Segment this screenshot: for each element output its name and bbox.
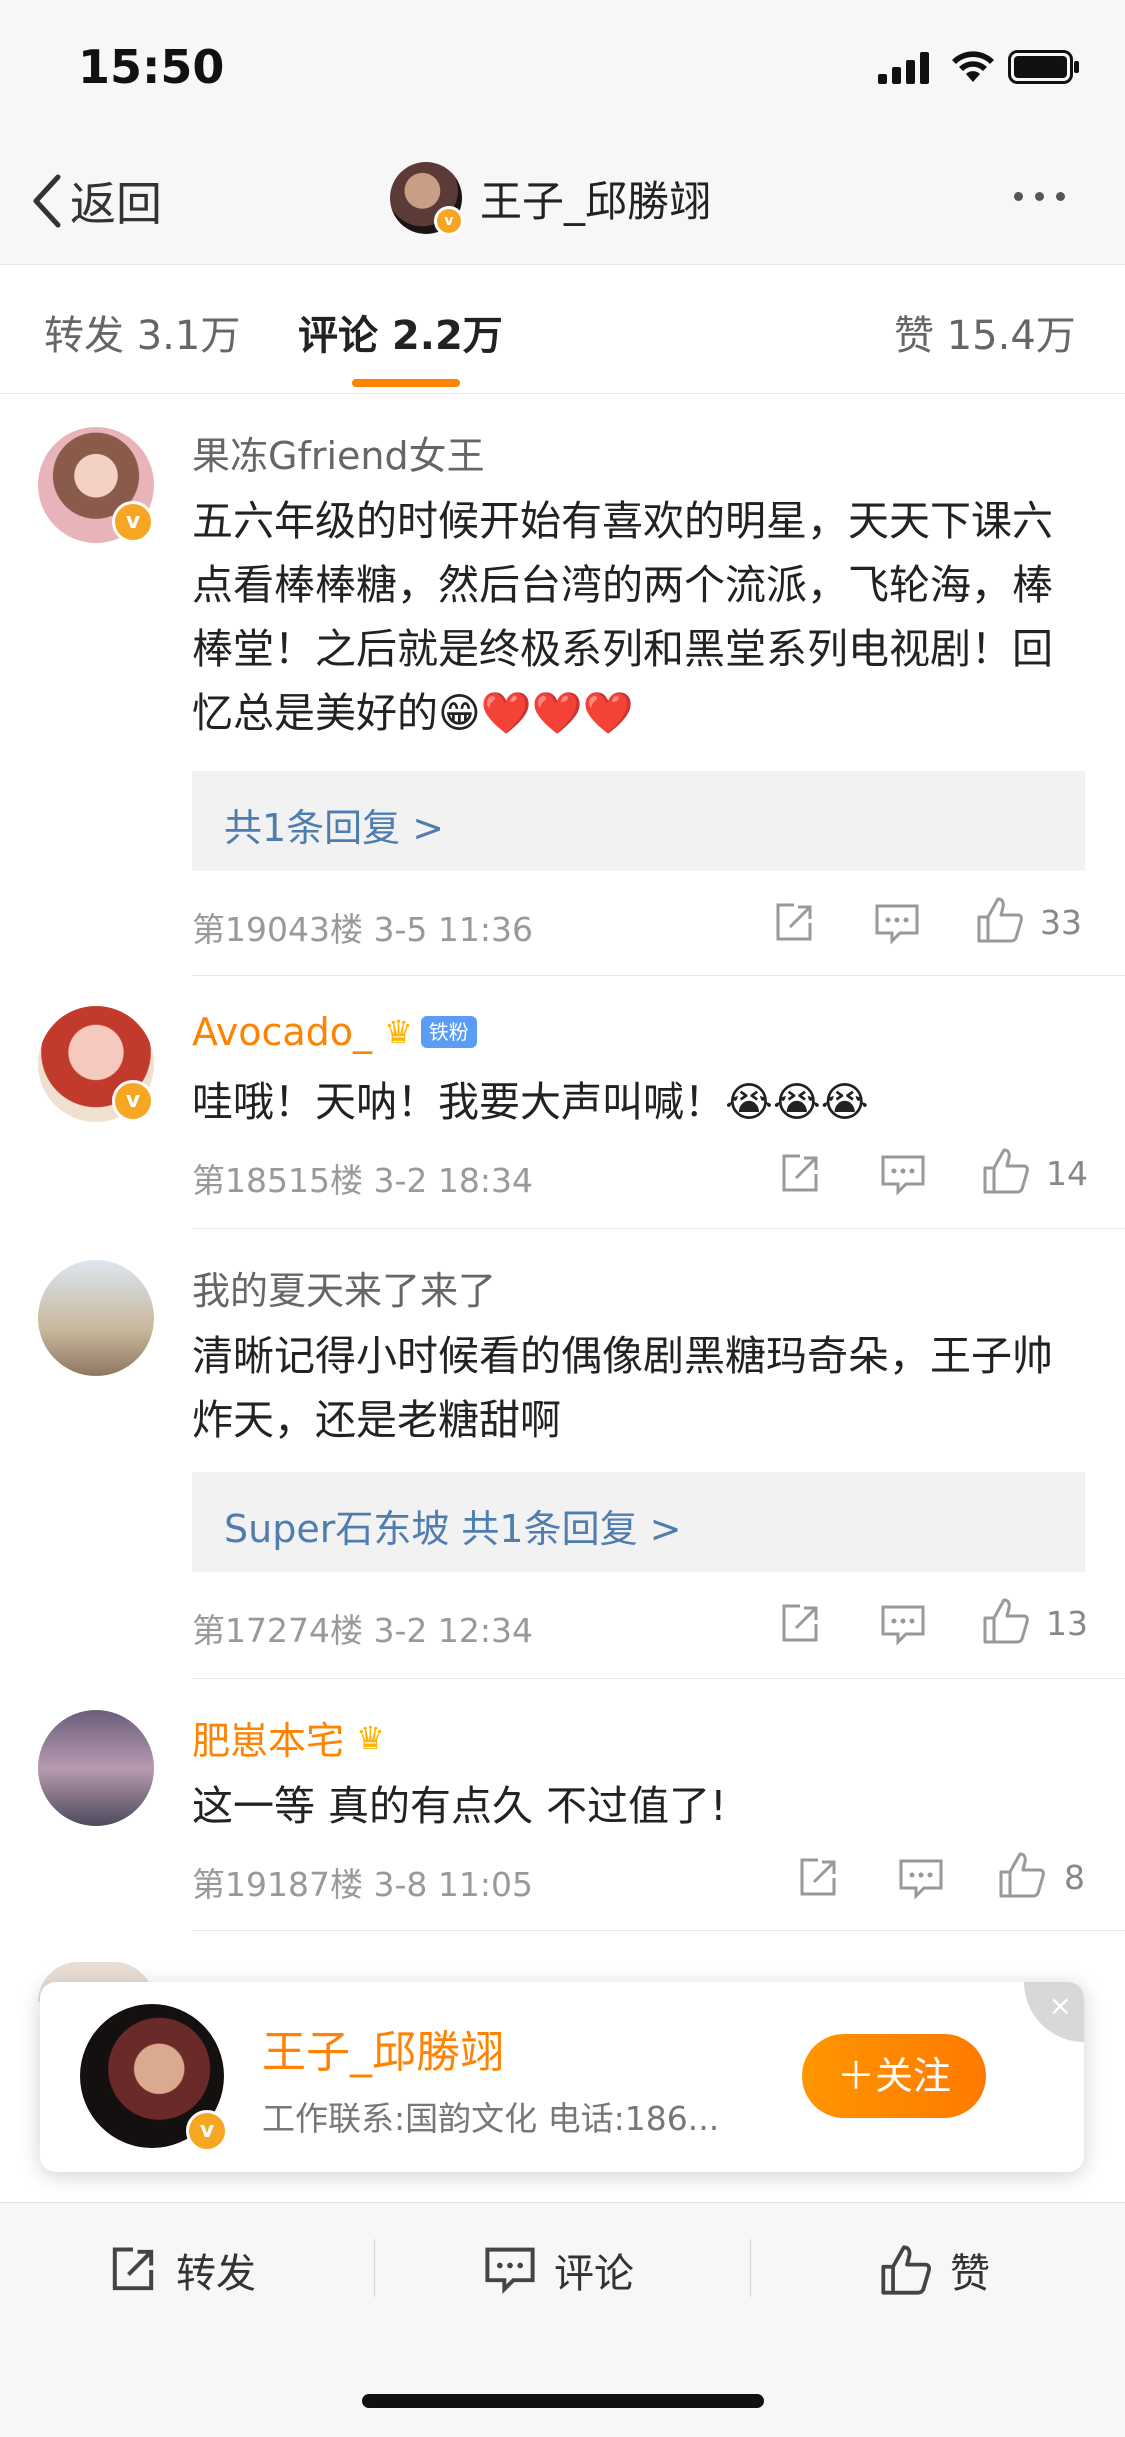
comment-button[interactable]: 评论 xyxy=(484,2241,634,2299)
like-icon[interactable] xyxy=(998,1850,1046,1900)
verified-icon: v xyxy=(186,2110,228,2152)
chevron-left-icon xyxy=(33,174,61,228)
comment-icon xyxy=(485,2247,535,2294)
status-time: 15:50 xyxy=(78,40,225,94)
tab-comments[interactable]: 评论 2.2万 xyxy=(298,303,503,361)
like-button[interactable]: 赞 xyxy=(880,2241,990,2299)
avatar[interactable] xyxy=(38,1260,154,1376)
like-label: 赞 xyxy=(950,2251,990,2297)
verified-icon: v xyxy=(112,1080,154,1122)
avatar[interactable]: v xyxy=(38,427,154,543)
comment-meta: 第19043楼 3-5 11:36 xyxy=(192,910,533,949)
fan-badge: 铁粉 xyxy=(420,1016,477,1048)
like-count: 33 xyxy=(1040,903,1082,942)
follow-suggestion-card: v 王子_邱勝翊 工作联系:国韵文化 电话:186... ＋关注 × xyxy=(40,1982,1084,2172)
comment-text: 这一等 真的有点久 不过值了! xyxy=(192,1782,727,1830)
like-icon[interactable] xyxy=(982,1146,1030,1196)
comment-icon[interactable] xyxy=(880,1154,926,1196)
comment-username[interactable]: 肥崽本宅 ♛ xyxy=(192,1710,385,1765)
nav-profile[interactable]: v 王子_邱勝翊 xyxy=(390,162,712,236)
username-text: 肥崽本宅 xyxy=(192,1719,345,1763)
active-tab-indicator xyxy=(352,379,460,387)
reply-link[interactable]: 共1条回复 > xyxy=(224,797,444,852)
like-icon[interactable] xyxy=(982,1596,1030,1646)
share-icon[interactable] xyxy=(778,1152,822,1196)
like-count: 13 xyxy=(1046,1604,1088,1643)
divider xyxy=(192,1678,1125,1679)
popup-description: 工作联系:国韵文化 电话:186... xyxy=(262,2099,720,2138)
comment-username[interactable]: 果冻Gfriend女王 xyxy=(192,425,485,480)
comment-username[interactable]: Avocado_ ♛ 铁粉 xyxy=(192,1010,477,1054)
repost-label: 转发 xyxy=(176,2251,256,2297)
share-icon[interactable] xyxy=(778,1602,822,1646)
repost-button[interactable]: 转发 xyxy=(108,2241,256,2299)
avatar[interactable]: v xyxy=(38,1006,154,1122)
avatar[interactable]: v xyxy=(80,2004,228,2152)
divider xyxy=(374,2239,375,2297)
comment-text: 清晰记得小时候看的偶像剧黑糖玛奇朵，王子帅炸天，还是老糖甜啊 xyxy=(192,1332,1053,1444)
status-bar: 15:50 xyxy=(0,0,1125,140)
follow-button[interactable]: ＋关注 xyxy=(802,2034,986,2118)
cellular-signal-icon xyxy=(878,52,929,84)
comment-icon[interactable] xyxy=(880,1604,926,1646)
reply-summary[interactable]: 共1条回复 > xyxy=(192,771,1085,871)
like-icon[interactable] xyxy=(976,895,1024,945)
divider xyxy=(750,2239,751,2297)
share-icon xyxy=(112,2247,154,2291)
page-title: 王子_邱勝翊 xyxy=(480,176,712,226)
back-button[interactable]: 返回 xyxy=(30,166,162,236)
tab-reposts[interactable]: 转发 3.1万 xyxy=(44,303,240,361)
tab-likes[interactable]: 赞 15.4万 xyxy=(894,303,1076,361)
reply-link[interactable]: Super石东坡 共1条回复 > xyxy=(224,1498,682,1553)
avatar[interactable]: v xyxy=(390,162,464,236)
comment-label: 评论 xyxy=(554,2251,634,2297)
crown-icon: ♛ xyxy=(356,1718,385,1757)
crown-icon: ♛ xyxy=(384,1013,413,1051)
comment-meta: 第18515楼 3-2 18:34 xyxy=(192,1161,533,1200)
comment-meta: 第19187楼 3-8 11:05 xyxy=(192,1865,533,1904)
avatar[interactable] xyxy=(38,1710,154,1826)
comment-text: 哇哦！天呐！我要大声叫喊！😭😭😭 xyxy=(192,1078,869,1126)
username-text: Avocado_ xyxy=(192,1010,373,1054)
share-icon[interactable] xyxy=(772,901,816,945)
close-icon[interactable]: × xyxy=(1024,1982,1084,2042)
back-label: 返回 xyxy=(70,177,162,231)
more-options-icon[interactable] xyxy=(1014,192,1065,201)
comment-username[interactable]: 我的夏天来了来了 xyxy=(192,1260,496,1315)
comment-icon[interactable] xyxy=(874,903,920,945)
like-count: 8 xyxy=(1064,1858,1085,1897)
divider xyxy=(192,1228,1125,1229)
comment-text: 五六年级的时候开始有喜欢的明星，天天下课六点看棒棒糖，然后台湾的两个流派，飞轮海… xyxy=(192,497,1053,737)
wifi-icon xyxy=(952,51,994,82)
nav-bar: 返回 v 王子_邱勝翊 xyxy=(0,140,1125,265)
like-icon xyxy=(881,2245,931,2295)
divider xyxy=(192,975,1125,976)
like-count: 14 xyxy=(1046,1154,1088,1193)
popup-username[interactable]: 王子_邱勝翊 xyxy=(262,2016,504,2080)
comment-icon[interactable] xyxy=(898,1858,944,1900)
reply-summary[interactable]: Super石东坡 共1条回复 > xyxy=(192,1472,1085,1572)
home-indicator[interactable] xyxy=(362,2394,764,2408)
tab-bar: 转发 3.1万 评论 2.2万 赞 15.4万 xyxy=(0,265,1125,394)
share-icon[interactable] xyxy=(796,1856,840,1900)
verified-icon: v xyxy=(112,501,154,543)
battery-icon xyxy=(1008,50,1079,84)
divider xyxy=(192,1930,1125,1931)
verified-icon: v xyxy=(434,206,464,236)
comment-meta: 第17274楼 3-2 12:34 xyxy=(192,1611,533,1650)
